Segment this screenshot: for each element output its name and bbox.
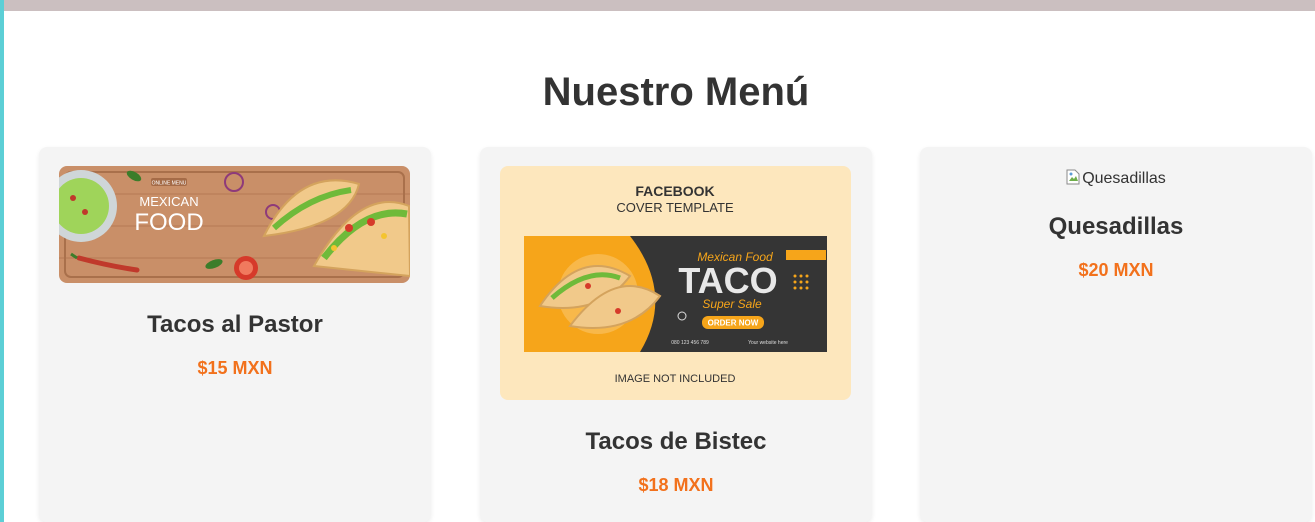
template-subheading: COVER TEMPLATE	[616, 200, 734, 215]
broken-image-alt-text: Quesadillas	[1082, 170, 1166, 187]
template-phone-text: 080 123 456 789	[671, 340, 709, 346]
banner-badge-text: ONLINE MENU	[152, 181, 187, 187]
item-name: Quesadillas	[1048, 213, 1184, 240]
broken-image-icon	[1066, 169, 1080, 185]
quesadillas-image-broken: Quesadillas	[920, 169, 1312, 188]
top-header-strip	[4, 0, 1315, 11]
tacos-al-pastor-image: ONLINE MENU MEXICAN FOOD	[59, 166, 410, 283]
taco-promo-template-illustration: FACEBOOK COVER TEMPLATE Mexican Food TAC…	[500, 166, 851, 400]
template-footer-text: IMAGE NOT INCLUDED	[615, 373, 736, 385]
template-sale-text: Super Sale	[702, 297, 762, 311]
template-order-button-text: ORDER NOW	[708, 319, 759, 328]
menu-heading: Nuestro Menú	[542, 70, 810, 114]
item-price: $15 MXN	[197, 358, 273, 378]
menu-card-quesadillas: Quesadillas Quesadillas $20 MXN	[920, 147, 1312, 522]
template-website-text: Your website here	[748, 340, 788, 346]
template-heading: FACEBOOK	[635, 183, 714, 199]
item-name: Tacos de Bistec	[585, 428, 767, 455]
menu-card-tacos-al-pastor: ONLINE MENU MEXICAN FOOD Tacos al Pastor…	[39, 147, 431, 522]
item-name: Tacos al Pastor	[147, 311, 323, 338]
menu-card-tacos-de-bistec: FACEBOOK COVER TEMPLATE Mexican Food TAC…	[480, 147, 872, 522]
banner-headline-2: FOOD	[134, 209, 203, 236]
item-price: $20 MXN	[1078, 260, 1154, 280]
mexican-food-banner-illustration: ONLINE MENU MEXICAN FOOD	[59, 166, 410, 283]
item-price: $18 MXN	[638, 475, 714, 495]
banner-headline-1: MEXICAN	[139, 194, 198, 209]
template-big-text: TACO	[678, 260, 777, 301]
tacos-de-bistec-image: FACEBOOK COVER TEMPLATE Mexican Food TAC…	[500, 166, 851, 400]
